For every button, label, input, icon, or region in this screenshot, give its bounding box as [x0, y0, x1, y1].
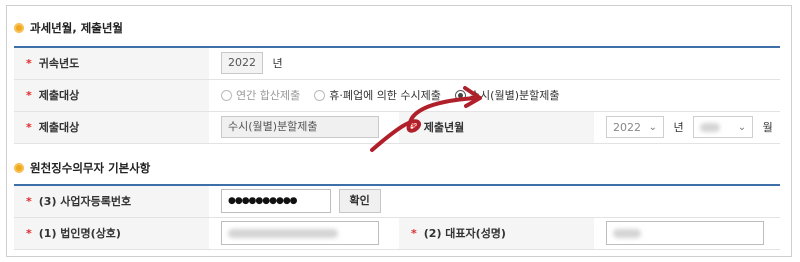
confirm-button[interactable]: 확인	[338, 189, 381, 214]
value-cell: 2022 ⌄ 년 ⌄ 월	[594, 111, 780, 144]
required-mark: *	[26, 121, 32, 134]
year-unit: 년	[272, 57, 283, 71]
value-cell	[594, 217, 780, 250]
value-cell: 2022 년	[209, 46, 780, 80]
label-cell: * 귀속년도	[14, 46, 209, 80]
blurred-representative	[613, 228, 641, 238]
required-mark: *	[411, 227, 417, 240]
row-company-name: * (1) 법인명(상호) * (2) 대표자(성명)	[14, 217, 780, 250]
label-cell-representative: * (2) 대표자(성명)	[399, 217, 594, 250]
radio-label: 연간 합산제출	[236, 89, 301, 102]
label-text: (3) 사업자등록번호	[38, 195, 132, 209]
representative-input[interactable]	[606, 221, 764, 245]
radio-circle-icon[interactable]	[314, 89, 326, 101]
bullet-icon	[14, 163, 24, 173]
label-text: 귀속년도	[38, 57, 80, 71]
month-unit: 월	[762, 121, 773, 134]
label-text: (1) 법인명(상호)	[38, 227, 121, 240]
value-cell: 수시(월별)분할제출	[209, 111, 399, 144]
value-cell	[209, 217, 399, 250]
value-cell: 연간 합산제출 휴·폐업에 의한 수시제출 수시(월별)분할제출	[209, 79, 780, 112]
label-cell: * (3) 사업자등록번호	[14, 184, 209, 218]
label-text: 제출대상	[38, 121, 80, 134]
blurred-company-name	[228, 228, 338, 238]
row-business-number: * (3) 사업자등록번호 ●●●●●●●●●● 확인	[14, 184, 780, 218]
required-mark: *	[26, 195, 32, 209]
chevron-down-icon: ⌄	[648, 121, 657, 133]
year-field: 2022	[221, 52, 263, 75]
radio-label: 휴·폐업에 의한 수시제출	[329, 89, 441, 102]
business-number-input[interactable]: ●●●●●●●●●●	[221, 189, 331, 214]
radio-circle-checked-icon[interactable]	[454, 89, 466, 101]
label-text: 제출년월	[423, 121, 465, 134]
label-cell-submit-month: * 제출년월	[399, 111, 594, 144]
label-cell: * (1) 법인명(상호)	[14, 217, 209, 250]
radio-label: 수시(월별)분할제출	[469, 89, 560, 102]
row-submit-target: * 제출대상 연간 합산제출 휴·폐업에 의한 수시제출 수시(월별)분할제출	[14, 79, 780, 112]
tax-period-table: * 귀속년도 2022 년 * 제출대상 연간 합산제출 휴·폐업에 의한 수시제출…	[14, 46, 780, 144]
row-submit-target-2: * 제출대상 수시(월별)분할제출 * 제출년월 2022 ⌄ 년 ⌄ 월	[14, 111, 780, 144]
year-unit: 년	[673, 121, 684, 134]
section-title-tax-period: 과세년월, 제출년월	[14, 20, 123, 36]
label-text: 제출대상	[38, 89, 80, 102]
radio-closure[interactable]: 휴·폐업에 의한 수시제출	[314, 87, 441, 103]
radio-monthly[interactable]: 수시(월별)분할제출	[454, 87, 560, 103]
row-attribution-year: * 귀속년도 2022 년	[14, 46, 780, 80]
required-mark: *	[411, 121, 417, 134]
radio-annual[interactable]: 연간 합산제출	[221, 87, 300, 103]
radio-circle-icon[interactable]	[221, 89, 232, 101]
company-name-input[interactable]	[221, 221, 379, 245]
label-text: (2) 대표자(성명)	[423, 227, 506, 240]
masked-value: ●●●●●●●●●●	[228, 196, 298, 207]
month-select[interactable]: ⌄	[693, 116, 754, 138]
section-title-text: 과세년월, 제출년월	[30, 21, 124, 35]
target-readonly-field: 수시(월별)분할제출	[221, 116, 379, 138]
required-mark: *	[26, 89, 32, 102]
section-title-text: 원천징수의무자 기본사항	[30, 161, 151, 175]
label-cell: * 제출대상	[14, 111, 209, 144]
section-title-withholding: 원천징수의무자 기본사항	[14, 160, 150, 176]
submit-target-radio-group: 연간 합산제출 휴·폐업에 의한 수시제출 수시(월별)분할제출	[221, 87, 780, 103]
bullet-icon	[14, 23, 24, 33]
required-mark: *	[26, 57, 32, 71]
select-value: 2022	[613, 120, 641, 134]
label-cell: * 제출대상	[14, 79, 209, 112]
value-cell: ●●●●●●●●●● 확인	[209, 184, 780, 218]
year-select[interactable]: 2022 ⌄	[606, 116, 664, 138]
chevron-down-icon: ⌄	[737, 121, 747, 133]
withholding-table: * (3) 사업자등록번호 ●●●●●●●●●● 확인 * (1) 법인명(상호) …	[14, 184, 780, 250]
blurred-month	[700, 122, 721, 132]
required-mark: *	[26, 227, 32, 240]
